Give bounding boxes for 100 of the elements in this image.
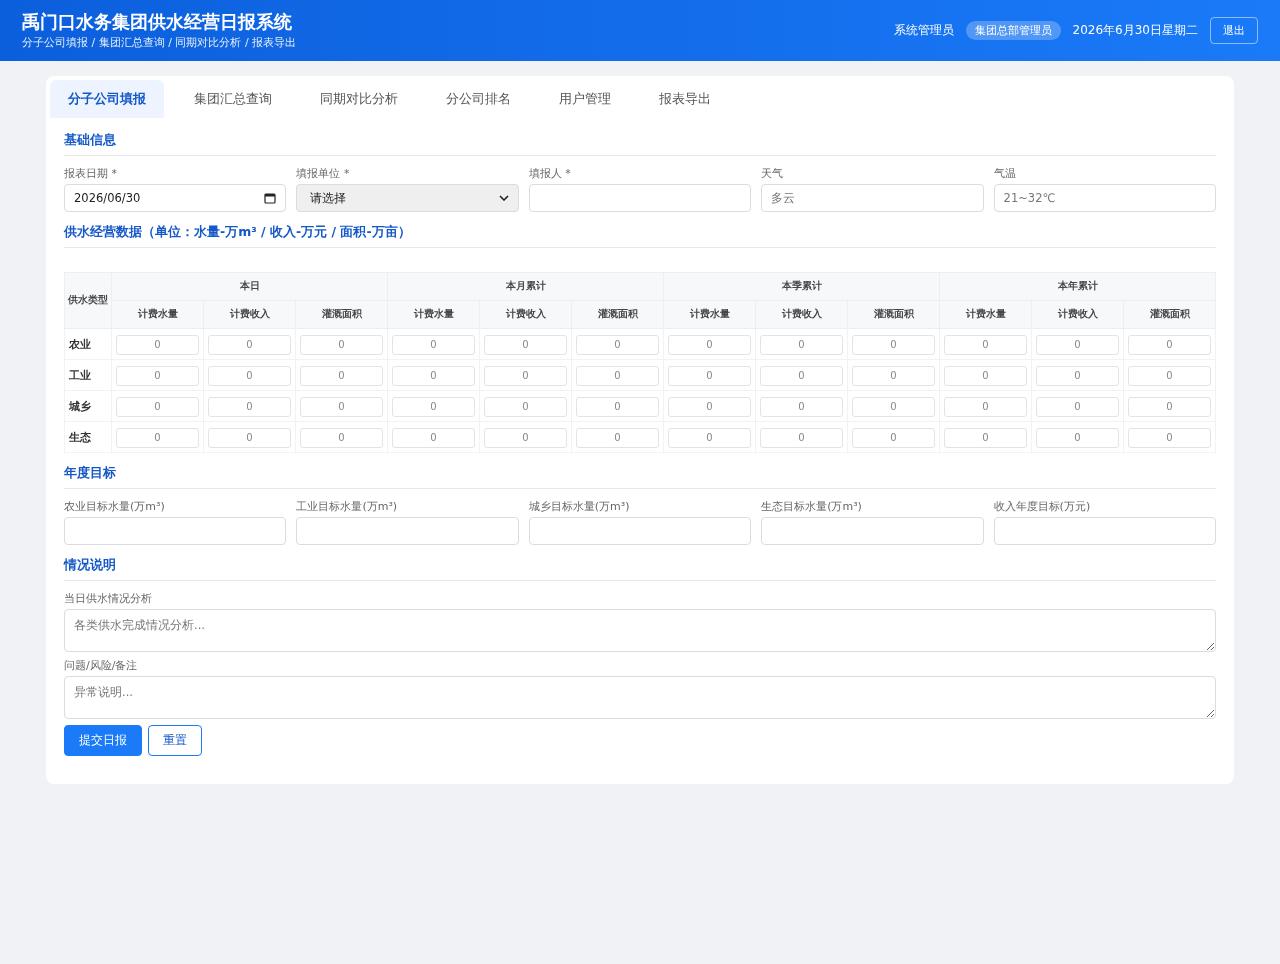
text-field[interactable] xyxy=(528,184,752,212)
number-field[interactable]: 0 xyxy=(300,396,383,417)
field-label: 填报单位 * xyxy=(296,166,351,181)
number-field[interactable]: 0 xyxy=(300,365,383,386)
number-field[interactable]: 0 xyxy=(1128,396,1211,417)
text-area[interactable]: 各类供水完成情况分析... xyxy=(64,609,1216,652)
field-label: 收入年度目标(万元) xyxy=(993,499,1092,514)
number-field[interactable]: 0 xyxy=(852,396,935,417)
number-field[interactable]: 0 xyxy=(392,365,475,386)
number-field[interactable]: 0 xyxy=(576,396,659,417)
field-label: 气温 xyxy=(993,166,1017,181)
number-field[interactable]: 0 xyxy=(392,396,475,417)
unit-select[interactable]: 请选择 xyxy=(296,184,519,212)
field-label: 填报人 * xyxy=(528,166,572,181)
number-field[interactable]: 0 xyxy=(760,334,843,355)
logout-button[interactable]: 退出 xyxy=(1210,17,1258,44)
column-header: 灌溉面积 xyxy=(571,300,664,329)
number-field[interactable]: 0 xyxy=(1036,396,1119,417)
number-field[interactable]: 0 xyxy=(668,334,751,355)
text-field[interactable]: 21~32℃ xyxy=(993,184,1216,212)
number-field[interactable]: 0 xyxy=(852,365,935,386)
column-header: 计费收入 xyxy=(479,300,572,329)
number-field[interactable]: 0 xyxy=(944,427,1027,448)
nav-tab[interactable]: 集团汇总查询 xyxy=(176,80,290,118)
number-field[interactable]: 0 xyxy=(116,427,199,448)
row-label: 城乡 xyxy=(64,390,112,422)
column-header: 计费收入 xyxy=(1031,300,1124,329)
number-field[interactable]: 0 xyxy=(1036,334,1119,355)
nav-tab[interactable]: 分公司排名 xyxy=(428,80,529,118)
text-field[interactable]: 多云 xyxy=(761,184,984,212)
nav-tab[interactable]: 分子公司填报 xyxy=(50,80,164,118)
number-field[interactable]: 0 xyxy=(944,365,1027,386)
number-field[interactable]: 0 xyxy=(116,365,199,386)
number-field[interactable]: 0 xyxy=(852,427,935,448)
reset-button[interactable]: 重置 xyxy=(148,725,202,756)
number-field[interactable]: 0 xyxy=(392,334,475,355)
number-field[interactable]: 0 xyxy=(760,396,843,417)
section-title: 基础信息 xyxy=(64,126,1216,156)
target-field[interactable] xyxy=(296,517,519,545)
row-label: 工业 xyxy=(64,359,112,391)
number-field[interactable]: 0 xyxy=(668,365,751,386)
target-field[interactable] xyxy=(761,517,984,545)
target-field[interactable] xyxy=(993,517,1216,545)
field-label: 农业目标水量(万m³) xyxy=(64,499,166,514)
number-field[interactable]: 0 xyxy=(576,427,659,448)
number-field[interactable]: 0 xyxy=(1036,427,1119,448)
nav-tab[interactable]: 同期对比分析 xyxy=(302,80,416,118)
number-field[interactable]: 0 xyxy=(208,427,291,448)
number-field[interactable]: 0 xyxy=(208,334,291,355)
section-title: 年度目标 xyxy=(64,459,1216,489)
submit-button[interactable]: 提交日报 xyxy=(64,725,142,756)
row-label: 生态 xyxy=(64,421,112,453)
calendar-icon[interactable] xyxy=(264,192,277,204)
nav-tab[interactable]: 用户管理 xyxy=(541,80,629,118)
number-field[interactable]: 0 xyxy=(576,365,659,386)
text-area[interactable]: 异常说明... xyxy=(64,676,1216,719)
number-field[interactable]: 0 xyxy=(300,334,383,355)
number-field[interactable]: 0 xyxy=(852,334,935,355)
app-title: 禹门口水务集团供水经营日报系统 xyxy=(22,11,293,33)
field-label: 工业目标水量(万m³) xyxy=(296,499,399,514)
number-field[interactable]: 0 xyxy=(760,427,843,448)
user-name: 系统管理员 xyxy=(893,22,954,39)
column-header: 本年累计 xyxy=(939,272,1216,301)
number-field[interactable]: 0 xyxy=(668,396,751,417)
number-field[interactable]: 0 xyxy=(484,334,567,355)
number-field[interactable]: 0 xyxy=(484,427,567,448)
column-header: 灌溉面积 xyxy=(847,300,940,329)
number-field[interactable]: 0 xyxy=(116,334,199,355)
caret-icon xyxy=(498,195,509,201)
number-field[interactable]: 0 xyxy=(484,396,567,417)
column-header: 计费收入 xyxy=(755,300,848,329)
field-label: 生态目标水量(万m³) xyxy=(761,499,863,514)
number-field[interactable]: 0 xyxy=(1036,365,1119,386)
target-field[interactable] xyxy=(528,517,752,545)
target-field[interactable] xyxy=(64,517,287,545)
number-field[interactable]: 0 xyxy=(208,365,291,386)
number-field[interactable]: 0 xyxy=(1128,427,1211,448)
field-label: 当日供水情况分析 xyxy=(64,591,153,606)
app-subtitle: 分子公司填报 / 集团汇总查询 / 同期对比分析 / 报表导出 xyxy=(22,35,297,50)
number-field[interactable]: 0 xyxy=(576,334,659,355)
number-field[interactable]: 0 xyxy=(1128,365,1211,386)
number-field[interactable]: 0 xyxy=(668,427,751,448)
number-field[interactable]: 0 xyxy=(484,365,567,386)
column-header: 计费收入 xyxy=(203,300,296,329)
nav-tab[interactable]: 报表导出 xyxy=(641,80,729,118)
number-field[interactable]: 0 xyxy=(944,396,1027,417)
number-field[interactable]: 0 xyxy=(300,427,383,448)
column-header: 灌溉面积 xyxy=(295,300,388,329)
column-header: 本月累计 xyxy=(387,272,664,301)
date-field[interactable]: 2026/06/30 xyxy=(64,184,287,212)
column-header: 计费水量 xyxy=(387,300,480,329)
section-title: 情况说明 xyxy=(64,551,1216,581)
number-field[interactable]: 0 xyxy=(1128,334,1211,355)
column-header: 本季累计 xyxy=(663,272,940,301)
number-field[interactable]: 0 xyxy=(116,396,199,417)
number-field[interactable]: 0 xyxy=(392,427,475,448)
number-field[interactable]: 0 xyxy=(944,334,1027,355)
number-field[interactable]: 0 xyxy=(760,365,843,386)
number-field[interactable]: 0 xyxy=(208,396,291,417)
column-header: 计费水量 xyxy=(111,300,204,329)
